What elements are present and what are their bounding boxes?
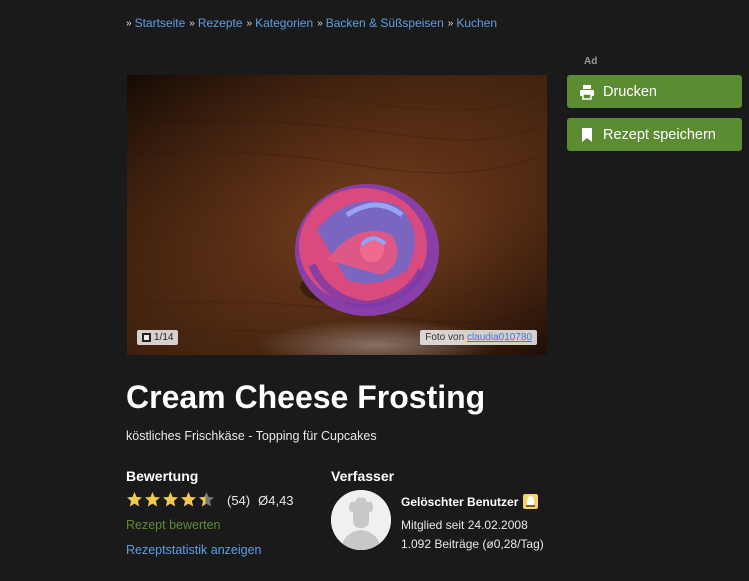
breadcrumb-item-startseite: » Startseite xyxy=(126,16,185,30)
star-icon[interactable] xyxy=(162,491,179,508)
recipe-stats-link[interactable]: Rezeptstatistik anzeigen xyxy=(126,543,262,557)
ad-label: Ad xyxy=(584,56,598,67)
wood-texture xyxy=(127,75,547,355)
gallery-icon xyxy=(142,333,151,342)
star-icon[interactable] xyxy=(198,491,215,508)
recipe-photo[interactable]: 1/14 Foto von claudia010780 xyxy=(127,75,547,355)
chef-badge-icon xyxy=(523,494,539,509)
cupcake-frosting xyxy=(295,184,439,316)
breadcrumb-separator-icon: » xyxy=(447,17,454,29)
rating-average: Ø4,43 xyxy=(258,493,294,508)
author-name-label: Gelöschter Benutzer xyxy=(401,494,519,509)
star-icon[interactable] xyxy=(180,491,197,508)
default-user-icon xyxy=(331,490,391,550)
breadcrumb-link-kuchen[interactable]: Kuchen xyxy=(456,16,497,30)
post-count: 1.092 Beiträge (ø0,28/Tag) xyxy=(401,537,544,551)
photo-credit-user-link[interactable]: claudia010780 xyxy=(467,332,532,343)
rating-count: (54) xyxy=(227,493,251,508)
author-heading: Verfasser xyxy=(331,468,395,484)
printer-icon xyxy=(580,84,594,100)
breadcrumb-item-backen: » Backen & Süßspeisen xyxy=(317,16,444,30)
rating-summary: (54) Ø4,43 xyxy=(227,493,294,508)
breadcrumb-item-kuchen: » Kuchen xyxy=(448,16,497,30)
breadcrumb: » Startseite » Rezepte » Kategorien » Backen… xyxy=(126,16,497,30)
print-button-label: Drucken xyxy=(603,83,657,100)
breadcrumb-link-startseite[interactable]: Startseite xyxy=(135,16,186,30)
star-icon[interactable] xyxy=(144,491,161,508)
breadcrumb-item-rezepte: » Rezepte xyxy=(189,16,242,30)
image-counter-label: 1/14 xyxy=(154,332,174,343)
breadcrumb-separator-icon: » xyxy=(189,17,195,29)
image-counter[interactable]: 1/14 xyxy=(137,330,179,345)
member-since: Mitglied seit 24.02.2008 xyxy=(401,518,528,532)
avatar[interactable] xyxy=(331,490,391,550)
breadcrumb-item-kategorien: » Kategorien xyxy=(247,16,314,30)
rate-recipe-link[interactable]: Rezept bewerten xyxy=(126,518,221,532)
print-button[interactable]: Drucken xyxy=(567,75,742,108)
breadcrumb-link-rezepte[interactable]: Rezepte xyxy=(198,16,243,30)
rating-heading: Bewertung xyxy=(126,468,199,484)
breadcrumb-link-backen[interactable]: Backen & Süßspeisen xyxy=(326,16,444,30)
recipe-subtitle: köstliches Frischkäse - Topping für Cupc… xyxy=(126,429,377,443)
save-recipe-button[interactable]: Rezept speichern xyxy=(567,118,742,151)
save-recipe-button-label: Rezept speichern xyxy=(603,126,716,143)
page-title: Cream Cheese Frosting xyxy=(126,379,486,415)
photo-credit-prefix: Foto von xyxy=(425,332,465,343)
author-name[interactable]: Gelöschter Benutzer xyxy=(401,494,539,509)
bookmark-icon xyxy=(582,127,592,142)
breadcrumb-separator-icon: » xyxy=(317,17,323,29)
breadcrumb-link-kategorien[interactable]: Kategorien xyxy=(255,16,313,30)
breadcrumb-separator-icon: » xyxy=(126,17,132,29)
breadcrumb-separator-icon: » xyxy=(246,17,253,29)
photo-credit: Foto von claudia010780 xyxy=(420,330,537,345)
star-icon[interactable] xyxy=(126,491,143,508)
star-rating[interactable] xyxy=(126,491,215,508)
